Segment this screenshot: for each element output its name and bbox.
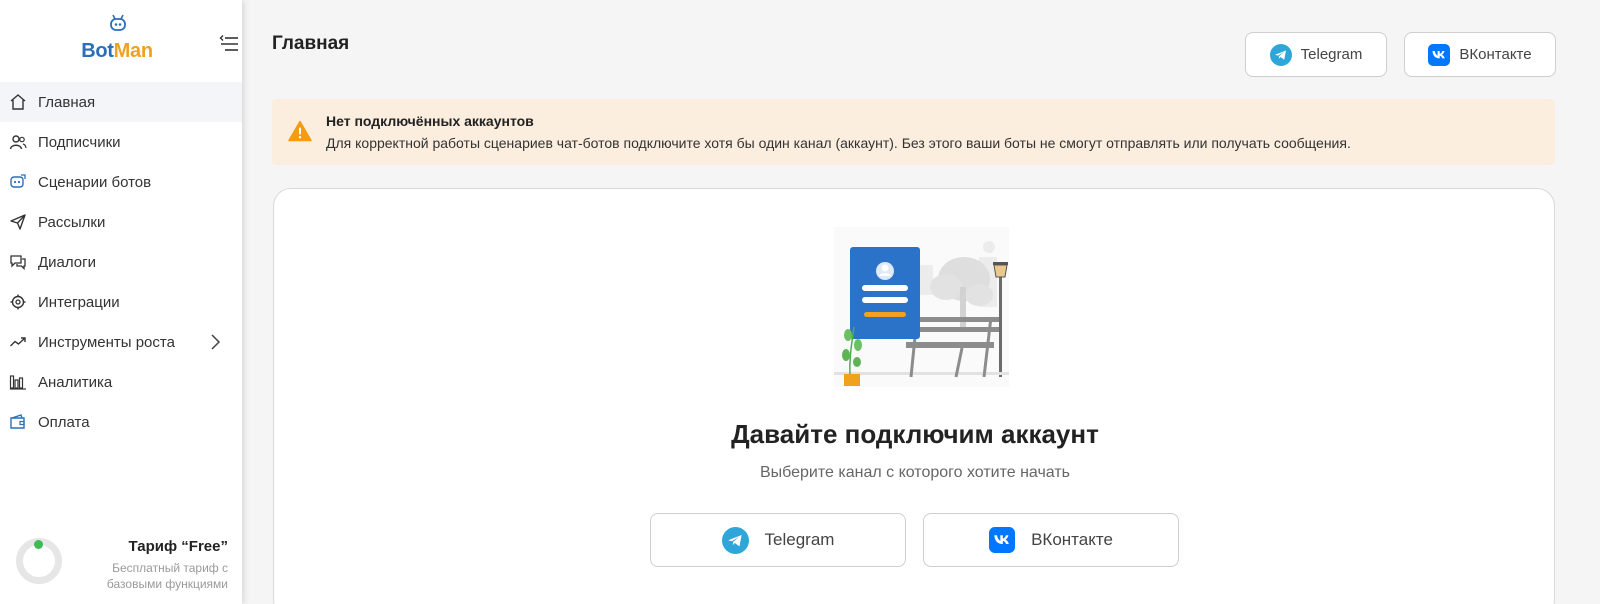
alert-text: Для корректной работы сценариев чат-бото… <box>326 135 1351 151</box>
tariff-description: Бесплатный тариф с базовыми функциями <box>106 561 228 591</box>
sidebar: BotMan Главная Подписчики Сценарии ботов… <box>0 0 242 604</box>
sidebar-item-label: Инструменты роста <box>38 333 175 351</box>
sidebar-item-bot-scenarios[interactable]: Сценарии ботов <box>0 162 242 202</box>
sidebar-item-payment[interactable]: Оплата <box>0 402 242 442</box>
sidebar-item-mailings[interactable]: Рассылки <box>0 202 242 242</box>
vk-connect-button-top[interactable]: ВКонтакте <box>1404 32 1556 77</box>
tariff-panel[interactable]: Тариф “Free” Бесплатный тариф с базовыми… <box>0 530 242 604</box>
vk-connect-button[interactable]: ВКонтакте <box>923 513 1179 567</box>
telegram-button-label: Telegram <box>1300 46 1363 63</box>
tariff-status-dot <box>34 540 43 549</box>
sidebar-item-subscribers[interactable]: Подписчики <box>0 122 242 162</box>
growth-icon <box>8 332 28 352</box>
integrations-icon <box>8 292 28 312</box>
sidebar-item-label: Главная <box>38 93 96 111</box>
sidebar-item-label: Аналитика <box>38 373 113 391</box>
botman-logo[interactable]: BotMan <box>72 14 162 66</box>
sidebar-item-label: Подписчики <box>38 133 121 151</box>
telegram-button-label: Telegram <box>764 530 835 549</box>
main-content: Главная Telegram ВКонтакте Нет подключён… <box>242 0 1600 604</box>
warning-icon <box>288 120 312 142</box>
telegram-connect-button-top[interactable]: Telegram <box>1245 32 1387 77</box>
connect-account-card: Давайте подключим аккаунт Выберите канал… <box>273 188 1555 604</box>
sidebar-item-label: Оплата <box>38 413 90 431</box>
connect-title: Давайте подключим аккаунт <box>731 419 1099 449</box>
wallet-icon <box>8 412 28 432</box>
vk-icon <box>1428 43 1451 66</box>
sidebar-item-label: Рассылки <box>38 213 106 231</box>
send-icon <box>8 212 28 232</box>
sidebar-item-label: Интеграции <box>38 293 120 311</box>
bot-scenario-icon <box>8 172 28 192</box>
chevron-right-icon[interactable] <box>208 333 222 351</box>
home-icon <box>8 92 28 112</box>
connect-subtitle: Выберите канал с которого хотите начать <box>759 464 1071 481</box>
analytics-icon <box>8 372 28 392</box>
vk-button-label: ВКонтакте <box>1459 46 1532 63</box>
sidebar-item-home[interactable]: Главная <box>0 82 242 122</box>
vk-button-label: ВКонтакте <box>1031 530 1113 549</box>
tariff-title: Тариф “Free” <box>128 538 229 555</box>
empty-state-illustration <box>834 227 1009 387</box>
telegram-connect-button[interactable]: Telegram <box>650 513 906 567</box>
logo-wordmark: BotMan <box>81 40 153 62</box>
telegram-icon <box>1269 43 1292 66</box>
users-icon <box>8 132 28 152</box>
warning-alert: Нет подключённых аккаунтов Для корректно… <box>272 99 1555 165</box>
alert-title: Нет подключённых аккаунтов <box>326 113 534 129</box>
chat-icon <box>8 252 28 272</box>
vk-icon <box>989 527 1016 553</box>
sidebar-item-growth-tools[interactable]: Инструменты роста <box>0 322 242 362</box>
sidebar-item-integrations[interactable]: Интеграции <box>0 282 242 322</box>
page-title: Главная <box>272 33 350 54</box>
sidebar-item-dialogs[interactable]: Диалоги <box>0 242 242 282</box>
sidebar-nav: Главная Подписчики Сценарии ботов Рассыл… <box>0 82 242 442</box>
sidebar-item-label: Диалоги <box>38 253 96 271</box>
telegram-icon <box>721 526 749 554</box>
sidebar-item-analytics[interactable]: Аналитика <box>0 362 242 402</box>
bot-head-icon <box>110 14 126 31</box>
collapse-menu-icon[interactable] <box>218 34 240 54</box>
sidebar-item-label: Сценарии ботов <box>38 173 152 191</box>
